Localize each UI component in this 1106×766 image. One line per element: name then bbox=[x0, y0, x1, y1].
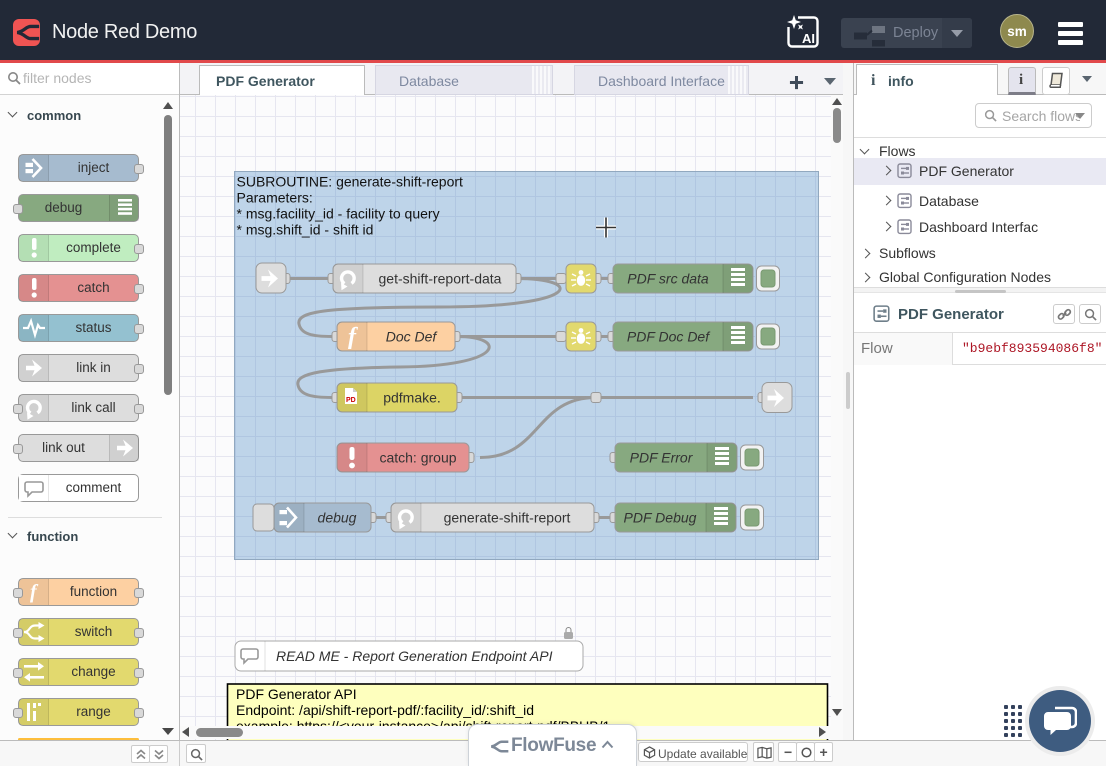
svg-text:PDF Generator API: PDF Generator API bbox=[236, 686, 357, 702]
svg-text:pdfmake.: pdfmake. bbox=[383, 390, 441, 406]
svg-text:SUBROUTINE: generate-shift-rep: SUBROUTINE: generate-shift-report bbox=[237, 174, 464, 190]
svg-text:Parameters:: Parameters: bbox=[237, 190, 313, 206]
svg-text:PDF Error: PDF Error bbox=[630, 450, 694, 466]
svg-text:Doc Def: Doc Def bbox=[386, 329, 439, 345]
svg-text:PDF Doc Def: PDF Doc Def bbox=[627, 329, 711, 345]
svg-text:READ ME - Report Generation En: READ ME - Report Generation Endpoint API bbox=[276, 648, 553, 664]
svg-text:PDF Debug: PDF Debug bbox=[624, 510, 697, 526]
svg-text:catch: group: catch: group bbox=[379, 450, 456, 466]
svg-text:get-shift-report-data: get-shift-report-data bbox=[379, 271, 502, 287]
svg-text:generate-shift-report: generate-shift-report bbox=[444, 510, 571, 526]
svg-text:f: f bbox=[30, 581, 39, 603]
svg-text:AI: AI bbox=[802, 31, 815, 46]
svg-text:* msg.facility_id - facility t: * msg.facility_id - facility to query bbox=[237, 206, 440, 222]
svg-text:* msg.shift_id - shift id: * msg.shift_id - shift id bbox=[237, 222, 374, 238]
svg-text:debug: debug bbox=[318, 510, 357, 526]
svg-text:PD: PD bbox=[346, 397, 356, 404]
svg-text:PDF src data: PDF src data bbox=[627, 271, 709, 287]
svg-text:Endpoint: /api/shift-report-pd: Endpoint: /api/shift-report-pdf/:facilit… bbox=[236, 702, 534, 718]
